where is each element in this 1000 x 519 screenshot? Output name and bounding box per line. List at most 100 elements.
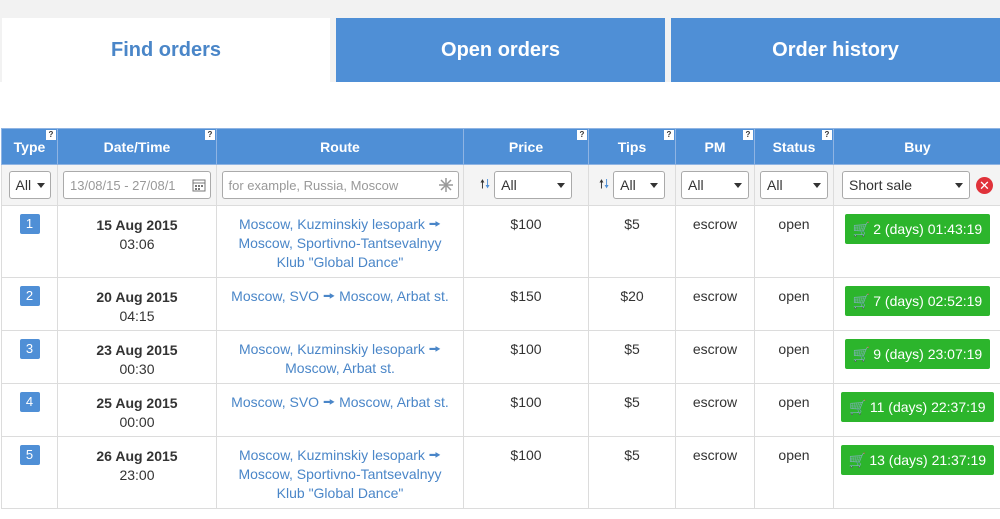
arrow-right-icon: 🠚	[428, 341, 442, 357]
orders-panel: Type? Date/Time? Route Price? Tips? PM? …	[0, 82, 1000, 519]
col-header-pm[interactable]: PM?	[675, 128, 755, 165]
table-row[interactable]: 3 23 Aug 2015 00:30 Moscow, Kuzminskiy le…	[1, 330, 1000, 384]
chevron-down-icon	[813, 182, 821, 188]
date-range-input[interactable]: 13/08/15 - 27/08/1	[63, 171, 211, 199]
route-search-input[interactable]: for example, Russia, Moscow	[221, 171, 459, 199]
arrow-right-icon: 🠚	[322, 288, 336, 304]
pm-value: escrow	[692, 447, 738, 463]
order-date: 15 Aug 2015	[96, 217, 178, 233]
route-link[interactable]: Moscow, Kuzminskiy lesopark 🠚 Moscow, Sp…	[217, 446, 463, 503]
table-row[interactable]: 2 20 Aug 2015 04:15 Moscow, SVO 🠚 Moscow,…	[1, 277, 1000, 331]
col-header-price[interactable]: Price?	[463, 128, 589, 165]
order-time: 03:06	[119, 236, 155, 252]
tips-value: $5	[624, 394, 640, 410]
row-number-badge: 1	[19, 214, 40, 234]
chevron-down-icon	[557, 182, 566, 188]
status-filter-select[interactable]: All	[760, 171, 828, 199]
status-value: open	[778, 394, 810, 410]
pm-value: escrow	[692, 216, 738, 232]
status-value: open	[778, 216, 810, 232]
tips-value: $5	[624, 447, 640, 463]
status-value: open	[778, 341, 810, 357]
cart-icon: 🛒	[852, 345, 871, 362]
arrow-right-icon: 🠚	[428, 216, 442, 232]
tab-find-orders[interactable]: Find orders	[2, 18, 330, 90]
tab-bar: Find orders Open orders Order history	[0, 0, 1000, 90]
col-header-tips[interactable]: Tips?	[588, 128, 676, 165]
tab-label: Find orders	[110, 38, 221, 61]
pm-filter-select[interactable]: All	[681, 171, 749, 199]
route-link[interactable]: Moscow, SVO 🠚 Moscow, Arbat st.	[217, 287, 463, 306]
price-filter-select[interactable]: All	[494, 171, 573, 199]
order-date: 20 Aug 2015	[96, 289, 178, 305]
table-row[interactable]: 5 26 Aug 2015 23:00 Moscow, Kuzminskiy le…	[1, 436, 1000, 509]
order-date: 25 Aug 2015	[96, 395, 178, 411]
orders-table: Type? Date/Time? Route Price? Tips? PM? …	[1, 128, 1000, 509]
price-value: $100	[510, 447, 542, 463]
buy-button[interactable]: 🛒 9 (days) 23:07:19	[844, 339, 991, 369]
pm-value: escrow	[692, 394, 738, 410]
col-header-status[interactable]: Status?	[754, 128, 834, 165]
clear-input-icon[interactable]	[438, 177, 454, 193]
sort-arrows-icon[interactable]: 🠕🠗	[480, 175, 490, 196]
chevron-down-icon	[734, 182, 742, 188]
price-value: $100	[510, 341, 542, 357]
help-icon[interactable]: ?	[743, 130, 753, 140]
sort-arrows-icon[interactable]: 🠕🠗	[599, 175, 609, 196]
pm-value: escrow	[692, 341, 738, 357]
table-row[interactable]: 4 25 Aug 2015 00:00 Moscow, SVO 🠚 Moscow,…	[1, 383, 1000, 437]
table-row[interactable]: 1 15 Aug 2015 03:06 Moscow, Kuzminskiy le…	[1, 205, 1000, 278]
arrow-right-icon: 🠚	[322, 394, 336, 410]
cart-icon: 🛒	[849, 398, 867, 415]
buy-type-select[interactable]: Short sale	[842, 171, 970, 199]
route-link[interactable]: Moscow, SVO 🠚 Moscow, Arbat st.	[217, 393, 463, 412]
type-filter-select[interactable]: All	[8, 171, 51, 199]
price-value: $100	[510, 216, 542, 232]
row-number-badge: 3	[19, 339, 40, 359]
buy-button[interactable]: 🛒 7 (days) 02:52:19	[844, 286, 991, 316]
tab-order-history[interactable]: Order history	[671, 18, 1000, 82]
row-number-badge: 4	[19, 392, 40, 412]
help-icon[interactable]: ?	[664, 130, 674, 140]
chevron-down-icon	[650, 182, 659, 188]
order-time: 00:00	[119, 414, 155, 430]
chevron-down-icon	[37, 182, 46, 188]
order-time: 23:00	[119, 467, 155, 483]
tips-filter-select[interactable]: All	[613, 171, 666, 199]
row-number-badge: 5	[19, 445, 40, 465]
clear-filters-icon[interactable]: ✕	[976, 176, 993, 194]
route-link[interactable]: Moscow, Kuzminskiy lesopark 🠚 Moscow, Ar…	[217, 340, 463, 378]
order-time: 00:30	[119, 361, 155, 377]
col-header-buy[interactable]: Buy	[833, 128, 1000, 165]
cart-icon: 🛒	[852, 220, 871, 237]
filter-row: All 13/08/15 - 27/08/1 for example, Russ…	[1, 164, 1000, 206]
order-time: 04:15	[119, 308, 155, 324]
help-icon[interactable]: ?	[205, 130, 215, 140]
buy-button[interactable]: 🛒 11 (days) 22:37:19	[841, 392, 994, 422]
buy-button[interactable]: 🛒 13 (days) 21:37:19	[840, 445, 995, 475]
tab-open-orders[interactable]: Open orders	[336, 18, 665, 82]
col-header-datetime[interactable]: Date/Time?	[57, 128, 217, 165]
pm-value: escrow	[692, 288, 738, 304]
arrow-right-icon: 🠚	[428, 447, 442, 463]
price-value: $100	[510, 394, 542, 410]
row-number-badge: 2	[19, 286, 40, 306]
order-date: 23 Aug 2015	[96, 342, 178, 358]
help-icon[interactable]: ?	[822, 130, 832, 140]
help-icon[interactable]: ?	[577, 130, 587, 140]
tips-value: $5	[624, 216, 640, 232]
cart-icon: 🛒	[848, 451, 867, 468]
route-link[interactable]: Moscow, Kuzminskiy lesopark 🠚 Moscow, Sp…	[217, 215, 463, 272]
order-date: 26 Aug 2015	[96, 448, 178, 464]
col-header-route[interactable]: Route	[216, 128, 464, 165]
calendar-icon[interactable]	[192, 178, 206, 192]
buy-button[interactable]: 🛒 2 (days) 01:43:19	[844, 214, 991, 244]
tab-label: Order history	[772, 38, 899, 61]
tips-value: $5	[624, 341, 640, 357]
tips-value: $20	[620, 288, 644, 304]
header-row: Type? Date/Time? Route Price? Tips? PM? …	[1, 128, 1000, 165]
tab-label: Open orders	[441, 38, 560, 61]
cart-icon: 🛒	[852, 292, 871, 309]
col-header-type[interactable]: Type?	[1, 128, 58, 165]
help-icon[interactable]: ?	[46, 130, 56, 140]
